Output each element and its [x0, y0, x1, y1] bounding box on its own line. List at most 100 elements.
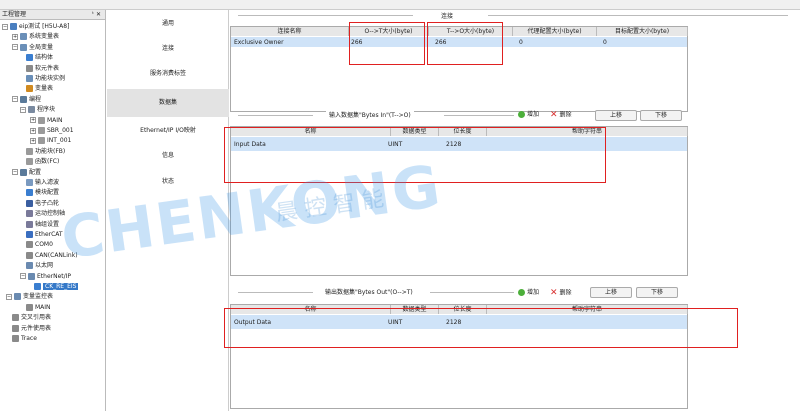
nav-item[interactable]: 服务消费标签	[107, 60, 229, 88]
computer-icon	[10, 23, 17, 30]
collapse-icon[interactable]: −	[20, 106, 26, 113]
tree-item[interactable]: + MAIN	[30, 116, 63, 125]
divider	[488, 15, 788, 16]
tree-item[interactable]: 交叉引用表	[12, 313, 51, 322]
nav-item[interactable]: 通用	[107, 10, 229, 38]
collapse-icon[interactable]: −	[2, 23, 8, 30]
monitor-icon	[14, 293, 21, 301]
output-move-up-button[interactable]: 上移	[590, 287, 632, 298]
tree-item[interactable]: − 程序块	[20, 105, 55, 114]
tree-item[interactable]: − EtherNet/IP	[20, 272, 71, 281]
tree-item-label: 系统变量表	[29, 33, 60, 41]
nav-item[interactable]: 数据集	[107, 89, 229, 117]
input-move-up-button[interactable]: 上移	[595, 110, 637, 121]
add-label: 增加	[527, 289, 540, 296]
cell-proxy: 0	[519, 39, 523, 46]
struct-icon	[26, 54, 33, 62]
tree-item-label: 运动控制轴	[35, 210, 66, 218]
tree-item[interactable]: MAIN	[26, 303, 51, 312]
main-panel: 连接 连接名称 O-->T大小(byte) T-->O大小(byte) 代理配置…	[230, 10, 800, 411]
divider	[238, 292, 313, 293]
nav-item[interactable]: 状态	[107, 168, 229, 196]
collapse-icon[interactable]: −	[12, 44, 18, 51]
tree-item[interactable]: − 配置	[12, 168, 41, 177]
collapse-icon[interactable]: −	[20, 273, 26, 280]
tree-item[interactable]: 函数(FC)	[26, 157, 59, 166]
tree-item[interactable]: 电子凸轮	[26, 199, 59, 208]
expand-icon[interactable]: +	[30, 127, 36, 134]
device-icon	[34, 283, 41, 290]
tree-item-label: 变量监控表	[23, 293, 54, 301]
add-icon	[518, 111, 525, 118]
tree-item-label: eip测试 [H5U-A8]	[19, 23, 70, 30]
tree-item-label: 程序块	[37, 106, 56, 114]
input-add-button[interactable]: 增加	[518, 110, 539, 120]
tree-item-label: 模块配置	[35, 189, 60, 197]
tree-item[interactable]: CK_RE_EIS	[34, 282, 79, 291]
tree-item[interactable]: 功能块(FB)	[26, 147, 65, 156]
tree-item[interactable]: − eip测试 [H5U-A8]	[2, 22, 69, 31]
fc-icon	[26, 158, 33, 166]
nav-item[interactable]: Ethernet/IP I/O映射	[107, 117, 229, 145]
tree-item[interactable]: 变量表	[26, 84, 53, 93]
module-icon	[26, 189, 33, 197]
tree-item-label: SBR_001	[47, 127, 74, 134]
tree-item[interactable]: − 变量监控表	[6, 292, 53, 301]
delete-label: 删除	[559, 111, 572, 119]
tree-item[interactable]: COM0	[26, 240, 53, 249]
output-delete-button[interactable]: ✕ 删除	[550, 288, 572, 298]
expand-icon[interactable]: +	[30, 137, 36, 144]
tree-item-label: 输入滤波	[35, 179, 60, 186]
collapse-icon[interactable]: −	[12, 169, 18, 176]
xref-icon	[12, 314, 19, 322]
tree-item[interactable]: + 系统变量表	[12, 32, 59, 41]
input-title: 输入数据集"Bytes In"(T-->O)	[326, 110, 414, 119]
var-icon	[26, 85, 33, 93]
project-tree: 工程管理 ᵗ ✕ − eip测试 [H5U-A8] + 系统变量表 − 全局变量 结构体 软元…	[0, 10, 106, 411]
usage-icon	[12, 324, 19, 332]
nav-item[interactable]: 信息	[107, 142, 229, 170]
tree-item[interactable]: − 编程	[12, 95, 41, 104]
config-nav: 通用 连接 服务消费标签 数据集 Ethernet/IP I/O映射 信息 状态	[107, 10, 229, 411]
tree-item-label: 功能块(FB)	[35, 147, 66, 155]
tree-item[interactable]: 模块配置	[26, 188, 59, 197]
filter-icon	[26, 179, 33, 186]
output-move-down-button[interactable]: 下移	[636, 287, 678, 298]
input-move-down-button[interactable]: 下移	[640, 110, 682, 121]
add-icon	[518, 289, 525, 296]
tree-item[interactable]: − 全局变量	[12, 43, 53, 52]
pin-close-icon[interactable]: ᵗ ✕	[92, 10, 101, 20]
collapse-icon[interactable]: −	[6, 293, 12, 300]
tree-item[interactable]: + INT_001	[30, 136, 71, 145]
input-delete-button[interactable]: ✕ 删除	[550, 110, 572, 120]
output-add-button[interactable]: 增加	[518, 288, 539, 298]
tree-item-label: Trace	[21, 335, 37, 342]
table-icon	[26, 64, 33, 72]
expand-icon[interactable]: +	[30, 117, 36, 124]
connection-title: 连接	[438, 11, 457, 20]
divider	[238, 15, 413, 16]
collapse-icon[interactable]: −	[12, 96, 18, 103]
axisgroup-icon	[26, 220, 33, 228]
tree-item[interactable]: 结构体	[26, 53, 53, 62]
tree-item[interactable]: 软元件表	[26, 64, 59, 73]
tree-item[interactable]: 功能块实例	[26, 74, 65, 83]
tree-item[interactable]: EtherCAT	[26, 230, 63, 239]
pou-icon	[38, 127, 45, 134]
tree-item[interactable]: 运动控制轴	[26, 209, 65, 218]
tree-item[interactable]: 轴组设置	[26, 220, 59, 229]
tree-item[interactable]: Trace	[12, 334, 37, 343]
tree-item[interactable]: 元件使用表	[12, 324, 51, 333]
pou-icon	[38, 137, 45, 145]
tree-item-label: EtherNet/IP	[37, 272, 72, 280]
cam-icon	[26, 199, 33, 207]
tree-item[interactable]: + SBR_001	[30, 126, 74, 135]
tree-item-label: 元件使用表	[21, 324, 52, 332]
tree-item[interactable]: CAN(CANLink)	[26, 251, 78, 260]
tree-title: 工程管理	[2, 11, 27, 18]
tree-item[interactable]: 输入滤波	[26, 178, 59, 187]
tree-item[interactable]: 以太网	[26, 261, 53, 270]
can-icon	[26, 251, 33, 259]
nav-item[interactable]: 连接	[107, 35, 229, 63]
expand-icon[interactable]: +	[12, 33, 18, 40]
